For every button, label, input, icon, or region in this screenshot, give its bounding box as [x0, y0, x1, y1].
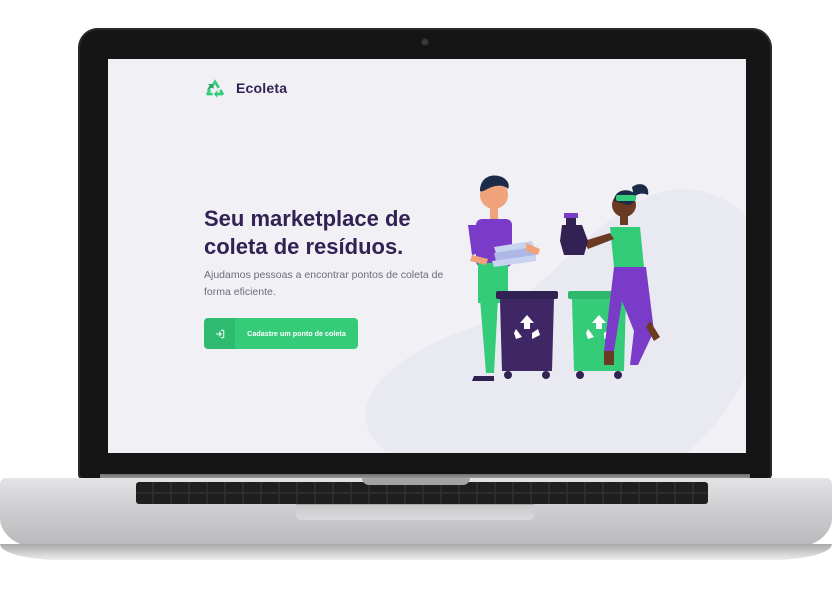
hero-title-line1: Seu marketplace de — [204, 206, 411, 231]
laptop-base-edge — [0, 544, 832, 560]
cta-label: Cadastre um ponto de coleta — [247, 329, 346, 338]
recycle-logo-icon[interactable] — [204, 77, 226, 99]
screen: Ecoleta Seu marketplace de coleta de res… — [108, 59, 746, 453]
cta-icon-box — [204, 318, 235, 349]
webcam — [422, 39, 428, 45]
hero-description: Ajudamos pessoas a encontrar pontos de c… — [204, 269, 444, 298]
laptop-keyboard — [136, 482, 708, 504]
laptop-trackpad — [296, 504, 534, 520]
recycling-illustration — [468, 175, 660, 381]
log-in-icon — [215, 329, 224, 338]
app-name[interactable]: Ecoleta — [236, 80, 287, 96]
hero-title: Seu marketplace de coleta de resíduos. — [204, 205, 464, 261]
hero-title-line2: coleta de resíduos. — [204, 234, 404, 259]
recycle-bin-dark-icon — [496, 291, 558, 379]
register-collection-point-button[interactable]: Cadastre um ponto de coleta — [204, 318, 358, 349]
header: Ecoleta — [204, 77, 287, 99]
laptop-notch — [362, 478, 470, 485]
